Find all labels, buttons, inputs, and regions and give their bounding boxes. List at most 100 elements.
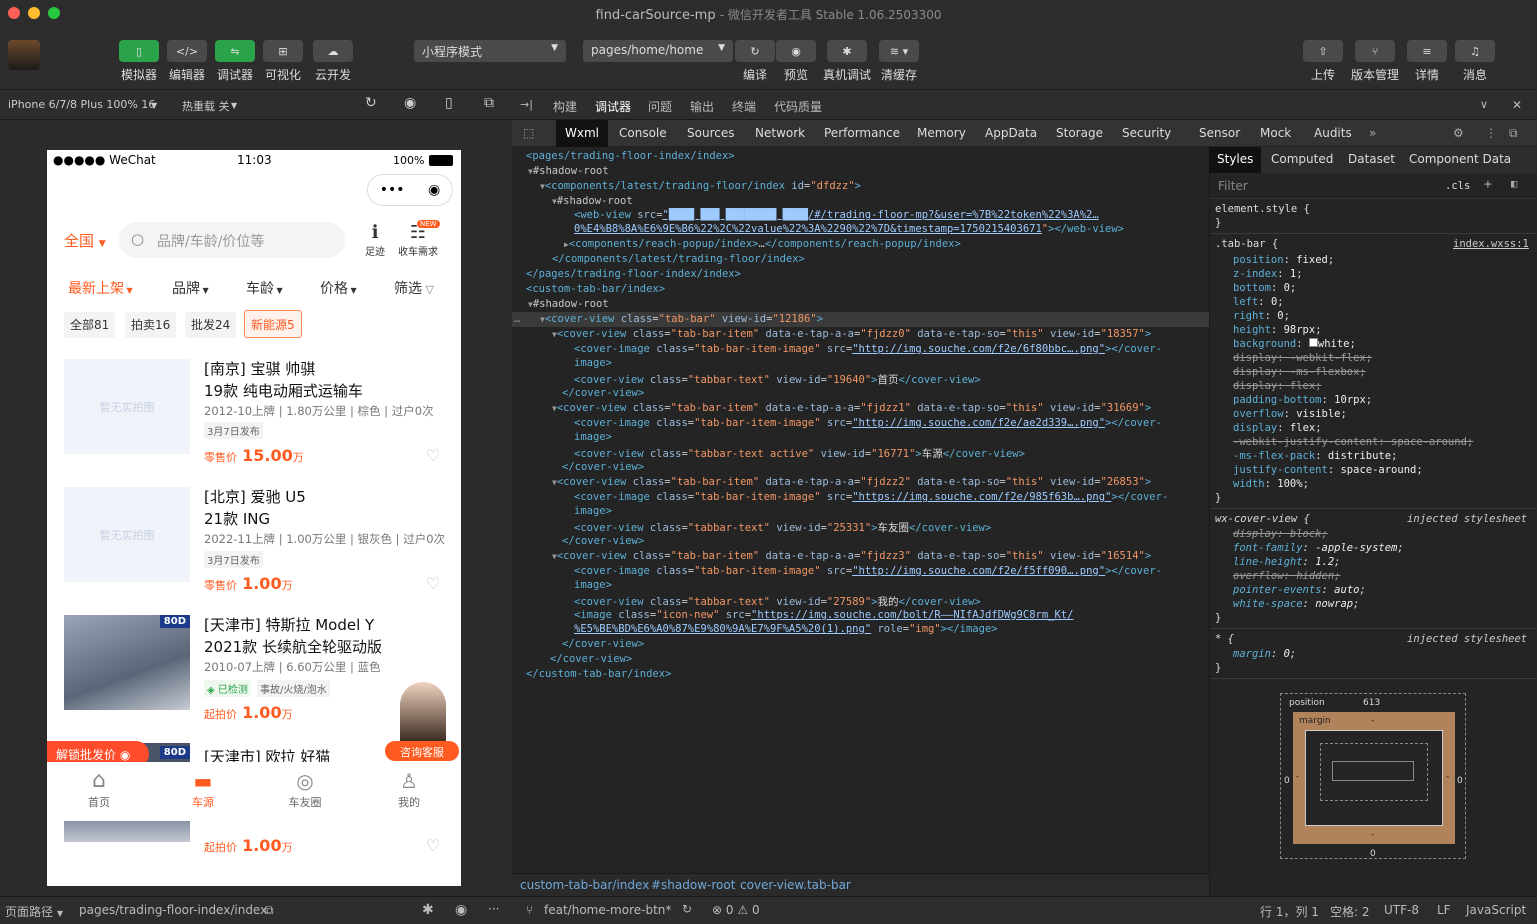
- stop-icon[interactable]: ◉: [404, 95, 416, 111]
- more-icon[interactable]: •••: [380, 182, 405, 198]
- tab-issues[interactable]: 问题: [648, 98, 672, 115]
- more-vert-icon[interactable]: ⋮: [1485, 126, 1497, 140]
- cursor-position[interactable]: 行 1，列 1: [1260, 903, 1319, 920]
- tree-node[interactable]: <cover-image class="tab-bar-item-image" …: [574, 565, 1162, 577]
- filter-price[interactable]: 价格 ▼: [320, 278, 357, 298]
- style-prop[interactable]: padding-bottom: 10rpx;: [1233, 394, 1372, 406]
- tree-node[interactable]: ▼#shadow-root: [552, 195, 633, 207]
- agent-avatar[interactable]: [400, 682, 446, 742]
- cloud-button[interactable]: ☁ 云开发: [313, 40, 353, 83]
- indentation[interactable]: 空格: 2: [1330, 903, 1370, 920]
- tree-node[interactable]: </cover-view>: [562, 461, 644, 473]
- tab-storage[interactable]: Storage: [1056, 126, 1103, 140]
- more-tabs-icon[interactable]: »: [1369, 126, 1376, 140]
- tab-mine[interactable]: ♙ 我的: [387, 768, 431, 810]
- compile-page-select[interactable]: pages/home/home ▼: [583, 40, 733, 62]
- tab-console[interactable]: Console: [619, 126, 667, 140]
- tab-terminal[interactable]: 终端: [732, 98, 756, 115]
- tab-sensor[interactable]: Sensor: [1199, 126, 1240, 140]
- clear-cache-button[interactable]: ≋ ▾ 清缓存: [879, 40, 919, 83]
- tree-node[interactable]: <cover-view class="tabbar-text" view-id=…: [574, 594, 981, 609]
- refresh-icon[interactable]: ↻: [365, 95, 377, 111]
- version-button[interactable]: ⑂ 版本管理: [1351, 40, 1399, 83]
- tree-node[interactable]: ▼<cover-view class="tab-bar-item" data-e…: [552, 550, 1151, 562]
- upload-button[interactable]: ⇧ 上传: [1303, 40, 1343, 83]
- tree-node[interactable]: ▼<cover-view class="tab-bar-item" data-e…: [552, 476, 1151, 488]
- language-mode[interactable]: JavaScript: [1466, 903, 1526, 917]
- page-path-select[interactable]: 页面路径 ▼: [5, 903, 63, 920]
- style-prop[interactable]: background: white;: [1233, 338, 1356, 350]
- plus-icon[interactable]: +: [1484, 177, 1492, 192]
- filter-screen[interactable]: 筛选 ▽: [394, 278, 434, 298]
- chevron-down-icon[interactable]: ∨: [1480, 98, 1488, 111]
- chip-auction[interactable]: 拍卖16: [125, 312, 177, 338]
- consult-button[interactable]: 咨询客服: [385, 741, 459, 761]
- margin-bottom-value[interactable]: -: [1371, 830, 1374, 840]
- tab-debugger[interactable]: 调试器: [595, 98, 632, 122]
- style-prop[interactable]: bottom: 0;: [1233, 282, 1296, 294]
- tab-performance[interactable]: Performance: [824, 126, 900, 140]
- tree-node[interactable]: </components/latest/trading-floor/index>: [552, 253, 805, 265]
- color-swatch[interactable]: [1308, 338, 1318, 347]
- tree-node[interactable]: ▼<cover-view class="tab-bar-item" data-e…: [552, 402, 1151, 414]
- tree-node[interactable]: <cover-view class="tabbar-text active" v…: [574, 446, 1025, 461]
- tab-appdata[interactable]: AppData: [985, 126, 1037, 140]
- messages-button[interactable]: ♫ 消息: [1455, 40, 1495, 83]
- problems-indicator[interactable]: ⊗ 0 ⚠ 0: [712, 903, 760, 917]
- tab-circle[interactable]: ◎ 车友圈: [283, 768, 327, 810]
- tree-node[interactable]: </custom-tab-bar/index>: [526, 668, 671, 680]
- real-debug-button[interactable]: ✱ 真机调试: [823, 40, 871, 83]
- tab-sources[interactable]: Sources: [687, 126, 734, 140]
- car-title[interactable]: [天津市] 特斯拉 Model Y: [204, 614, 374, 635]
- line-ending[interactable]: LF: [1437, 903, 1451, 917]
- tree-node[interactable]: </cover-view>: [550, 653, 632, 665]
- capsule-menu[interactable]: ••• ◉: [367, 174, 453, 206]
- style-prop[interactable]: position: fixed;: [1233, 254, 1334, 266]
- close-circle-icon[interactable]: ◉: [428, 182, 440, 198]
- inspect-icon[interactable]: ⬚: [523, 126, 534, 140]
- favorite-icon[interactable]: ♡: [426, 446, 440, 465]
- tab-wxml[interactable]: Wxml: [556, 120, 608, 147]
- tab-computed[interactable]: Computed: [1271, 152, 1333, 166]
- tab-mock[interactable]: Mock: [1260, 126, 1291, 140]
- tab-component-data[interactable]: Component Data: [1409, 152, 1511, 166]
- tab-audits[interactable]: Audits: [1314, 126, 1352, 140]
- car-subtitle[interactable]: 2021款 长续航全轮驱动版: [204, 636, 382, 657]
- style-prop[interactable]: -webkit-justify-content: space-around;: [1233, 436, 1473, 448]
- eye-icon[interactable]: ◉: [455, 902, 467, 918]
- tree-node[interactable]: </cover-view>: [562, 387, 644, 399]
- tree-node[interactable]: <cover-image class="tab-bar-item-image" …: [574, 417, 1162, 429]
- margin-right-value[interactable]: -: [1446, 772, 1449, 782]
- style-prop[interactable]: -ms-flex-pack: distribute;: [1233, 450, 1397, 462]
- tab-build[interactable]: 构建: [553, 98, 577, 115]
- cls-button[interactable]: .cls: [1445, 180, 1470, 192]
- chip-all[interactable]: 全部81: [64, 312, 116, 338]
- tree-node[interactable]: ▼<components/latest/trading-floor/index …: [540, 180, 861, 192]
- style-prop[interactable]: display: -webkit-flex;: [1233, 352, 1372, 364]
- car-image-placeholder[interactable]: 暂无实拍图: [64, 359, 190, 454]
- margin-top-value[interactable]: -: [1371, 716, 1374, 726]
- footprint-button[interactable]: ℹ 足迹: [361, 222, 389, 258]
- position-left-value[interactable]: 0: [1284, 776, 1290, 786]
- tree-node[interactable]: ▼#shadow-root: [528, 298, 609, 310]
- tree-node[interactable]: ▼<cover-view class="tab-bar-item" data-e…: [552, 328, 1151, 340]
- tab-memory[interactable]: Memory: [917, 126, 966, 140]
- details-button[interactable]: ≡ 详情: [1407, 40, 1447, 83]
- car-photo[interactable]: [64, 821, 190, 842]
- tab-home[interactable]: ⌂ 首页: [77, 768, 121, 810]
- preview-button[interactable]: ◉ 预览: [776, 40, 816, 83]
- filter-age[interactable]: 车龄 ▼: [246, 278, 283, 298]
- car-subtitle[interactable]: 21款 ING: [204, 508, 270, 529]
- filter-input[interactable]: Filter: [1218, 179, 1248, 193]
- car-title[interactable]: [北京] 爱驰 U5: [204, 486, 306, 507]
- style-prop[interactable]: left: 0;: [1233, 296, 1284, 308]
- style-prop[interactable]: z-index: 1;: [1233, 268, 1303, 280]
- tree-node[interactable]: </cover-view>: [562, 638, 644, 650]
- breadcrumb-item[interactable]: #shadow-root: [651, 878, 735, 892]
- style-prop[interactable]: justify-content: space-around;: [1233, 464, 1423, 476]
- dock-icon[interactable]: →|: [520, 98, 533, 111]
- encoding[interactable]: UTF-8: [1384, 903, 1419, 917]
- more-icon[interactable]: …: [514, 313, 520, 325]
- search-input[interactable]: ○ 品牌/车龄/价位等: [119, 222, 345, 258]
- tree-node[interactable]: </cover-view>: [562, 535, 644, 547]
